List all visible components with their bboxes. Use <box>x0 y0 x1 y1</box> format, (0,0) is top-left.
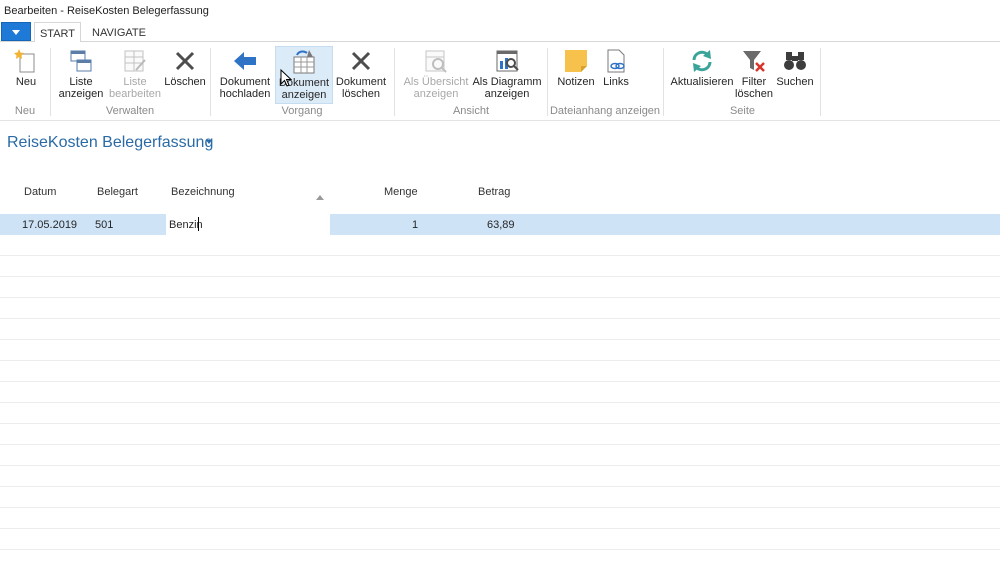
cell-datum[interactable]: 17.05.2019 <box>22 219 77 231</box>
notes-button[interactable]: Notizen <box>555 46 597 104</box>
overview-icon <box>425 50 447 73</box>
list-view-icon <box>70 50 92 72</box>
text-cursor <box>198 217 199 231</box>
group-divider <box>663 48 664 116</box>
group-divider <box>547 48 548 116</box>
delete-button[interactable]: Löschen <box>163 46 207 104</box>
group-seite: Aktualisieren Filter löschen Suchen Seit… <box>665 42 820 121</box>
new-star-icon <box>14 49 35 73</box>
group-divider <box>210 48 211 116</box>
page-title[interactable]: ReiseKosten Belegerfassung <box>7 134 213 152</box>
chart-icon <box>496 50 519 72</box>
app-menu-button[interactable] <box>1 22 31 41</box>
column-header-bezeichnung[interactable]: Bezeichnung <box>171 186 235 198</box>
cell-menge[interactable]: 1 <box>412 219 418 231</box>
group-divider <box>50 48 51 116</box>
overview-label-1: Als Übersicht <box>403 76 469 88</box>
list-show-label-1: Liste <box>69 76 93 88</box>
document-delete-button[interactable]: Dokument löschen <box>334 46 388 104</box>
group-label-ansicht: Ansicht <box>452 105 490 117</box>
column-header-menge[interactable]: Menge <box>384 186 418 198</box>
ribbon-tabstrip: START NAVIGATE <box>0 22 1000 43</box>
refresh-label: Aktualisieren <box>670 76 734 88</box>
group-vorgang: Dokument hochladen Dokument anzeigen Dok… <box>212 42 392 121</box>
new-button[interactable]: Neu <box>6 46 46 104</box>
clear-filter-label-2: löschen <box>735 88 773 100</box>
document-upload-label-2: hochladen <box>219 88 271 100</box>
clear-filter-icon <box>743 51 765 72</box>
delete-x-icon <box>175 51 195 71</box>
overview-button[interactable]: Als Übersicht anzeigen <box>400 46 472 104</box>
page-title-dropdown-icon[interactable] <box>206 140 212 144</box>
notes-label: Notizen <box>557 76 595 88</box>
chart-show-label-2: anzeigen <box>484 88 530 100</box>
table-empty-rows <box>0 235 1000 562</box>
delete-x-icon <box>351 51 371 71</box>
group-label-neu: Neu <box>14 105 36 117</box>
group-ansicht: Als Übersicht anzeigen Als Diagramm anze… <box>396 42 546 121</box>
group-verwalten: Liste anzeigen Liste bearbeiten Löschen … <box>52 42 208 121</box>
group-divider <box>394 48 395 116</box>
list-edit-label-1: Liste <box>123 76 147 88</box>
group-label-seite: Seite <box>729 105 756 117</box>
arrow-left-icon <box>234 52 256 70</box>
mouse-pointer-icon <box>280 69 293 87</box>
clear-filter-label-1: Filter <box>741 76 767 88</box>
refresh-icon <box>692 50 712 72</box>
column-header-belegart[interactable]: Belegart <box>97 186 138 198</box>
document-delete-label-2: löschen <box>342 88 380 100</box>
cell-belegart[interactable]: 501 <box>95 219 113 231</box>
document-upload-button[interactable]: Dokument hochladen <box>218 46 272 104</box>
delete-label: Löschen <box>164 76 206 88</box>
document-upload-label-1: Dokument <box>219 76 271 88</box>
tab-start[interactable]: START <box>34 22 81 43</box>
document-delete-label-1: Dokument <box>335 76 387 88</box>
group-neu: Neu Neu <box>0 42 50 121</box>
group-label-verwalten: Verwalten <box>105 105 155 117</box>
chart-show-button[interactable]: Als Diagramm anzeigen <box>472 46 542 104</box>
search-button[interactable]: Suchen <box>773 46 817 104</box>
group-label-vorgang: Vorgang <box>281 105 323 117</box>
list-edit-label-2: bearbeiten <box>109 88 161 100</box>
list-edit-icon <box>124 50 146 72</box>
column-header-betrag[interactable]: Betrag <box>478 186 510 198</box>
binoculars-icon <box>784 52 806 70</box>
new-button-label: Neu <box>15 76 37 88</box>
refresh-button[interactable]: Aktualisieren <box>669 46 735 104</box>
list-edit-button[interactable]: Liste bearbeiten <box>108 46 162 104</box>
window-title: Bearbeiten - ReiseKosten Belegerfassung <box>4 5 209 17</box>
links-label: Links <box>603 76 629 88</box>
chart-show-label-1: Als Diagramm <box>472 76 542 88</box>
document-show-icon <box>293 50 315 74</box>
tab-navigate[interactable]: NAVIGATE <box>84 22 154 42</box>
link-icon <box>607 49 625 73</box>
note-icon <box>565 50 587 72</box>
group-dateianhang: Notizen Links Dateianhang anzeigen <box>549 42 661 121</box>
document-show-label-2: anzeigen <box>281 89 327 101</box>
group-divider <box>820 48 821 116</box>
links-button[interactable]: Links <box>599 46 633 104</box>
column-header-datum[interactable]: Datum <box>24 186 56 198</box>
overview-label-2: anzeigen <box>413 88 459 100</box>
list-show-label-2: anzeigen <box>58 88 104 100</box>
sort-ascending-icon <box>316 195 324 200</box>
list-show-button[interactable]: Liste anzeigen <box>56 46 106 104</box>
clear-filter-button[interactable]: Filter löschen <box>735 46 773 104</box>
search-label: Suchen <box>776 76 814 88</box>
ribbon: Neu Neu Liste anzeigen Liste bearbeiten … <box>0 42 1000 121</box>
group-label-dateianhang: Dateianhang anzeigen <box>549 105 661 117</box>
cell-betrag[interactable]: 63,89 <box>487 219 515 231</box>
